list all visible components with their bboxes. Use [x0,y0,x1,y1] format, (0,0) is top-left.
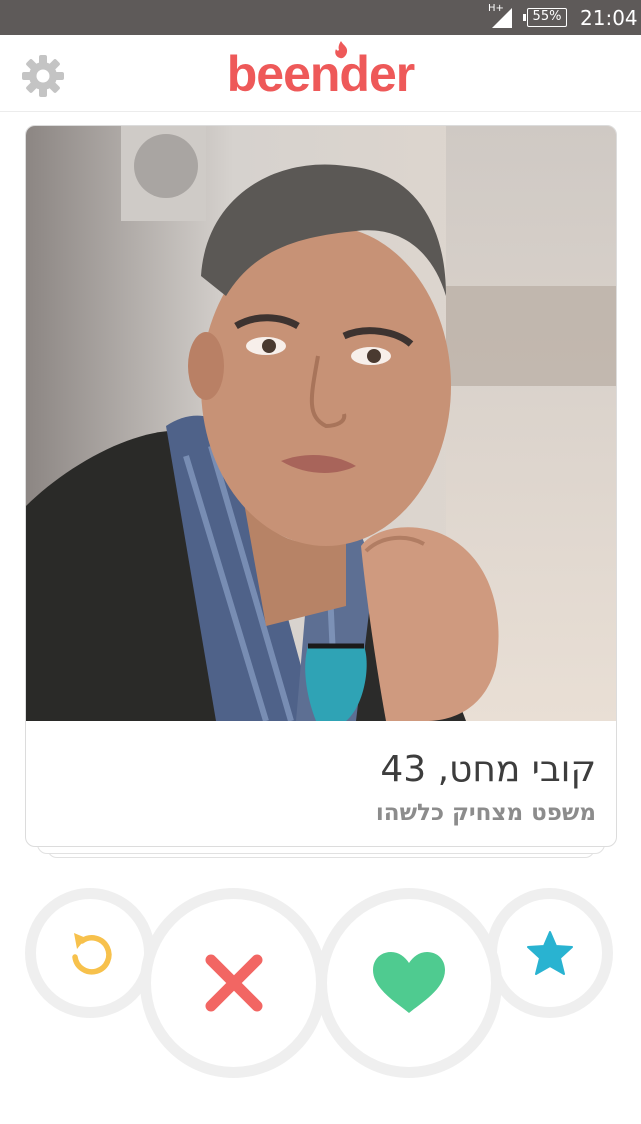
undo-button[interactable] [25,888,155,1018]
like-button[interactable] [316,888,502,1078]
profile-name-age: קובי מחט, 43 [380,749,596,790]
profile-info: קובי מחט, 43 משפט מצחיק כלשהו [26,721,616,846]
status-bar: H+ 55% 21:04 [0,0,641,35]
flame-icon [335,41,348,59]
nope-button[interactable] [140,888,327,1078]
profile-card[interactable]: קובי מחט, 43 משפט מצחיק כלשהו [25,125,617,847]
profile-bio: משפט מצחיק כלשהו [375,800,596,826]
app-header: beender [0,35,641,112]
heart-icon [373,952,445,1013]
super-like-button[interactable] [486,888,613,1018]
app-logo: beender [0,35,641,103]
x-icon [205,954,262,1012]
undo-arrow-icon [72,933,112,975]
star-icon [526,931,573,975]
profile-photo [26,126,616,721]
battery-level: 55% [532,9,562,24]
clock: 21:04 [580,6,638,30]
logo-text: beender [226,46,416,102]
battery-indicator: 55% [523,8,567,27]
signal-icon [492,8,512,28]
